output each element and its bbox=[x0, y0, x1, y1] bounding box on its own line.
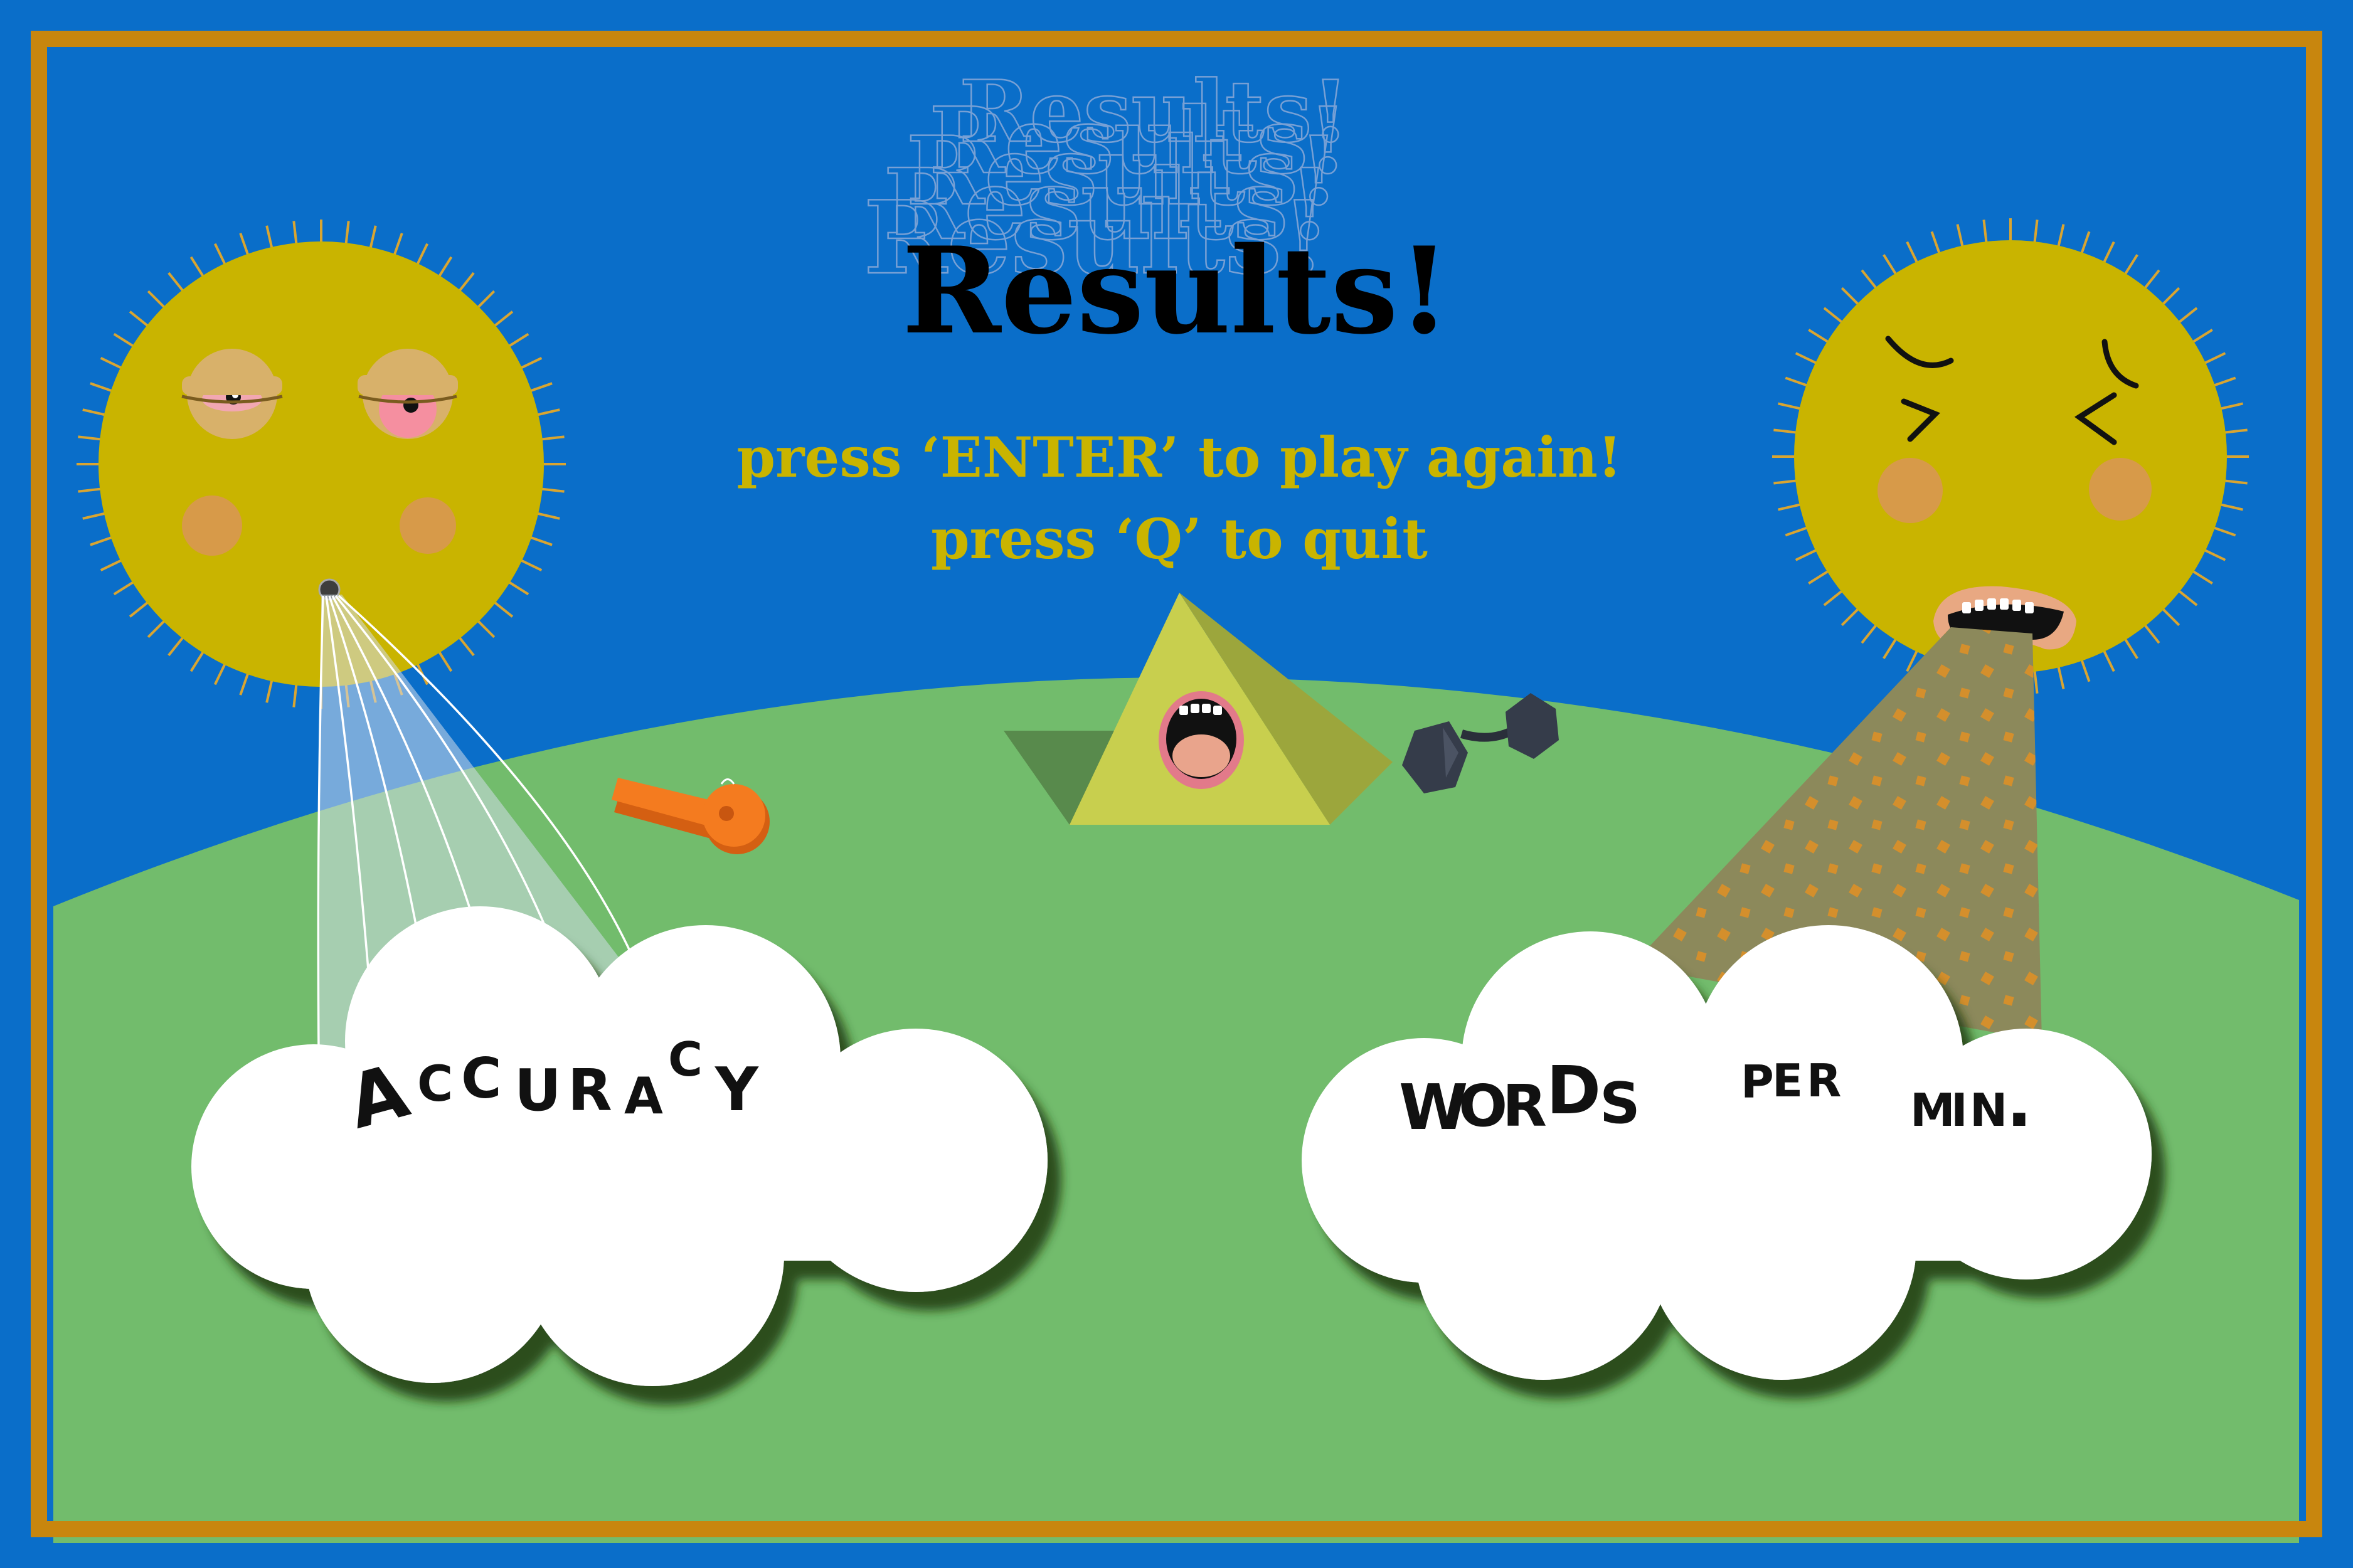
wpm-letter: P bbox=[1741, 1056, 1774, 1108]
accuracy-letter: C bbox=[668, 1032, 703, 1087]
wpm-letter: E bbox=[1772, 1054, 1803, 1107]
wpm-letter: N bbox=[1970, 1084, 2007, 1136]
wpm-letter: D bbox=[1546, 1052, 1601, 1129]
accuracy-letter: R bbox=[568, 1057, 612, 1124]
accuracy-letter: A bbox=[624, 1067, 663, 1125]
accuracy-letter: Y bbox=[714, 1056, 759, 1125]
page-title: Results! bbox=[902, 221, 1450, 361]
wpm-letter: M bbox=[1910, 1084, 1955, 1136]
wpm-letter: . bbox=[2006, 1062, 2032, 1142]
scene-canvas: Results! Results! Results! Results! Resu… bbox=[0, 0, 2353, 1568]
wpm-letter: O bbox=[1458, 1073, 1507, 1140]
wpm-letter: W bbox=[1399, 1071, 1468, 1144]
accuracy-letter: C bbox=[417, 1056, 453, 1113]
accuracy-letter: U bbox=[514, 1057, 561, 1124]
crying-sun-icon bbox=[1772, 218, 2249, 695]
wpm-letter: R bbox=[1502, 1073, 1547, 1140]
results-screen: Results! Results! Results! Results! Resu… bbox=[0, 0, 2353, 1568]
wpm-letter: S bbox=[1600, 1071, 1640, 1136]
wpm-letter: I bbox=[1951, 1084, 1968, 1136]
wpm-letter: R bbox=[1807, 1054, 1841, 1107]
quit-instruction: press ‘Q’ to quit bbox=[931, 506, 1428, 571]
accuracy-letter: C bbox=[461, 1046, 502, 1111]
play-again-instruction: press ‘ENTER’ to play again! bbox=[737, 425, 1622, 490]
